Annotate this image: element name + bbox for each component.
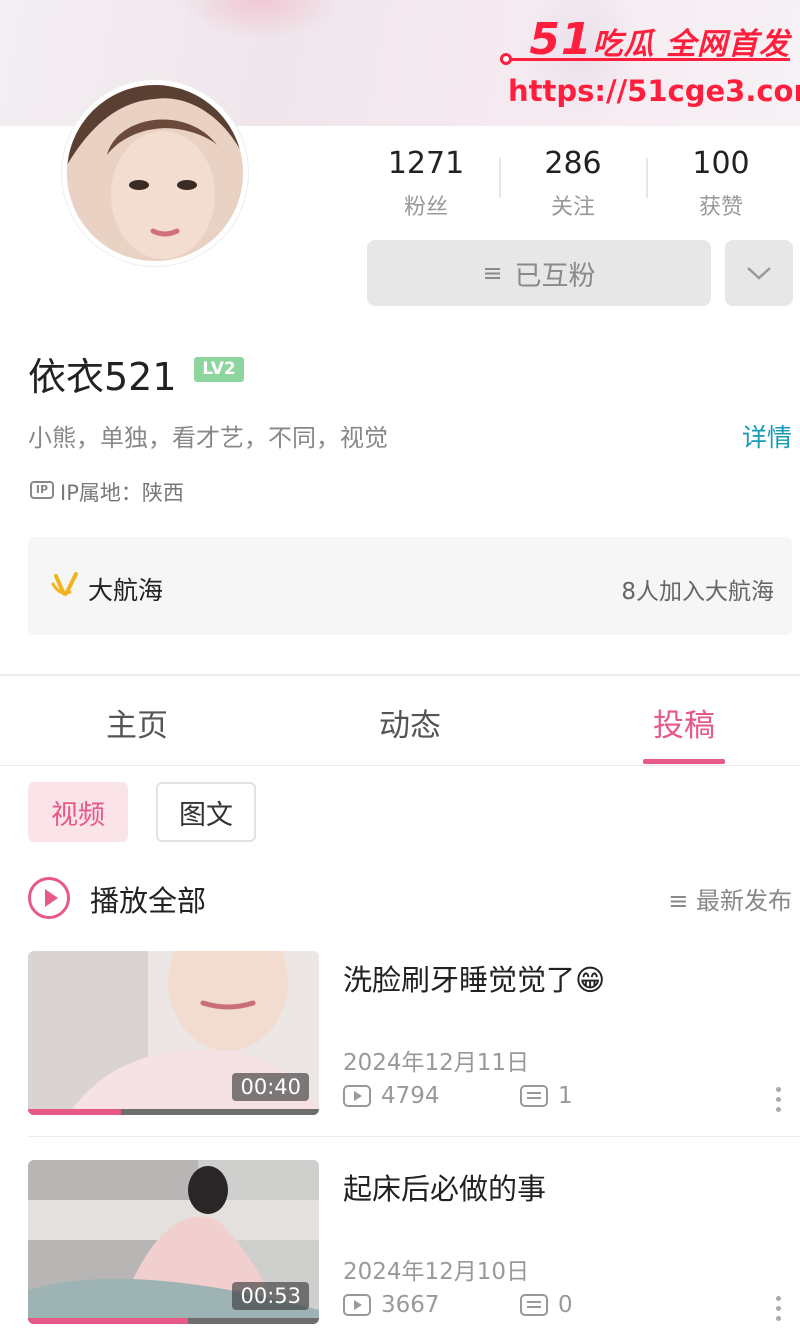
tab-posts[interactable]: 投稿 xyxy=(614,700,754,745)
avatar[interactable] xyxy=(62,80,248,266)
video-comments: 1 xyxy=(520,1083,573,1109)
level-badge: LV2 xyxy=(194,357,244,382)
menu-icon: ≡ xyxy=(482,259,503,287)
comment-count: 0 xyxy=(558,1292,573,1318)
anchor-icon xyxy=(51,572,78,596)
tab-active-indicator xyxy=(643,759,725,764)
tab-divider xyxy=(0,765,800,766)
video-item[interactable]: 00:53 起床后必做的事 2024年12月10日 3667 0 xyxy=(0,1160,800,1342)
play-all-button[interactable]: 播放全部 xyxy=(90,878,206,920)
avatar-image xyxy=(67,85,243,261)
video-thumbnail[interactable]: 00:40 xyxy=(28,951,319,1115)
menu-icon: ≡ xyxy=(668,887,696,915)
video-thumbnail[interactable]: 00:53 xyxy=(28,1160,319,1324)
stat-following[interactable]: 286 关注 xyxy=(513,146,633,221)
stat-likes[interactable]: 100 获赞 xyxy=(661,146,781,221)
stat-divider xyxy=(646,158,648,198)
stat-label: 关注 xyxy=(550,195,595,220)
video-title: 洗脸刷牙睡觉觉了😁 xyxy=(343,963,606,997)
more-options-button[interactable] xyxy=(725,240,793,306)
video-date: 2024年12月10日 xyxy=(343,1259,530,1285)
play-all-icon[interactable] xyxy=(28,877,70,919)
video-date: 2024年12月11日 xyxy=(343,1050,530,1076)
fleet-card[interactable]: 大航海 8人加入大航海 xyxy=(28,537,792,635)
ip-location: IP属地：陕西 xyxy=(60,481,184,505)
progress-fill xyxy=(28,1318,189,1324)
chevron-down-icon xyxy=(747,267,771,280)
mutual-follow-label: 已互粉 xyxy=(514,260,596,292)
stat-label: 获赞 xyxy=(698,195,743,220)
mutual-follow-button[interactable]: ≡ 已互粉 xyxy=(367,240,711,306)
progress-fill xyxy=(28,1109,122,1115)
sort-label: 最新发布 xyxy=(696,887,792,915)
video-comments: 0 xyxy=(520,1292,573,1318)
filter-image-text[interactable]: 图文 xyxy=(156,782,256,842)
more-icon[interactable] xyxy=(776,1296,782,1321)
stat-label: 粉丝 xyxy=(403,195,448,220)
play-count: 3667 xyxy=(381,1292,440,1318)
stat-followers[interactable]: 1271 粉丝 xyxy=(366,146,486,221)
play-count: 4794 xyxy=(381,1083,440,1109)
detail-link[interactable]: 详情 xyxy=(742,418,792,454)
cover-image-shape xyxy=(180,0,340,40)
video-item[interactable]: 00:40 洗脸刷牙睡觉觉了😁 2024年12月11日 4794 1 xyxy=(0,951,800,1151)
section-divider xyxy=(0,674,800,676)
watermark-dot xyxy=(500,53,512,65)
comment-icon xyxy=(520,1294,548,1316)
comment-count: 1 xyxy=(558,1083,573,1109)
list-divider xyxy=(28,1136,800,1137)
more-icon[interactable] xyxy=(776,1087,782,1112)
stat-divider xyxy=(499,158,501,198)
video-title: 起床后必做的事 xyxy=(343,1172,547,1206)
stat-value: 100 xyxy=(692,146,750,181)
play-count-icon xyxy=(343,1085,371,1107)
video-duration: 00:53 xyxy=(232,1282,309,1310)
profile-bio: 小熊，单独，看才艺，不同，视觉 xyxy=(28,424,388,452)
tab-dynamics[interactable]: 动态 xyxy=(340,700,480,745)
fleet-title: 大航海 xyxy=(88,576,164,605)
watermark-line xyxy=(500,58,790,61)
play-count-icon xyxy=(343,1294,371,1316)
stat-value: 286 xyxy=(544,146,602,181)
fleet-count: 8人加入大航海 xyxy=(621,579,774,605)
video-duration: 00:40 xyxy=(232,1073,309,1101)
sort-button[interactable]: ≡ 最新发布 xyxy=(668,881,792,916)
stat-value: 1271 xyxy=(387,146,465,181)
comment-icon xyxy=(520,1085,548,1107)
video-plays: 3667 xyxy=(343,1292,440,1318)
profile-name: 依衣521 xyxy=(28,355,177,399)
video-plays: 4794 xyxy=(343,1083,440,1109)
ip-icon: IP xyxy=(30,481,54,499)
watermark-url: https://51cge3.com xyxy=(508,74,800,108)
tab-home[interactable]: 主页 xyxy=(67,700,207,745)
filter-video[interactable]: 视频 xyxy=(28,782,128,842)
